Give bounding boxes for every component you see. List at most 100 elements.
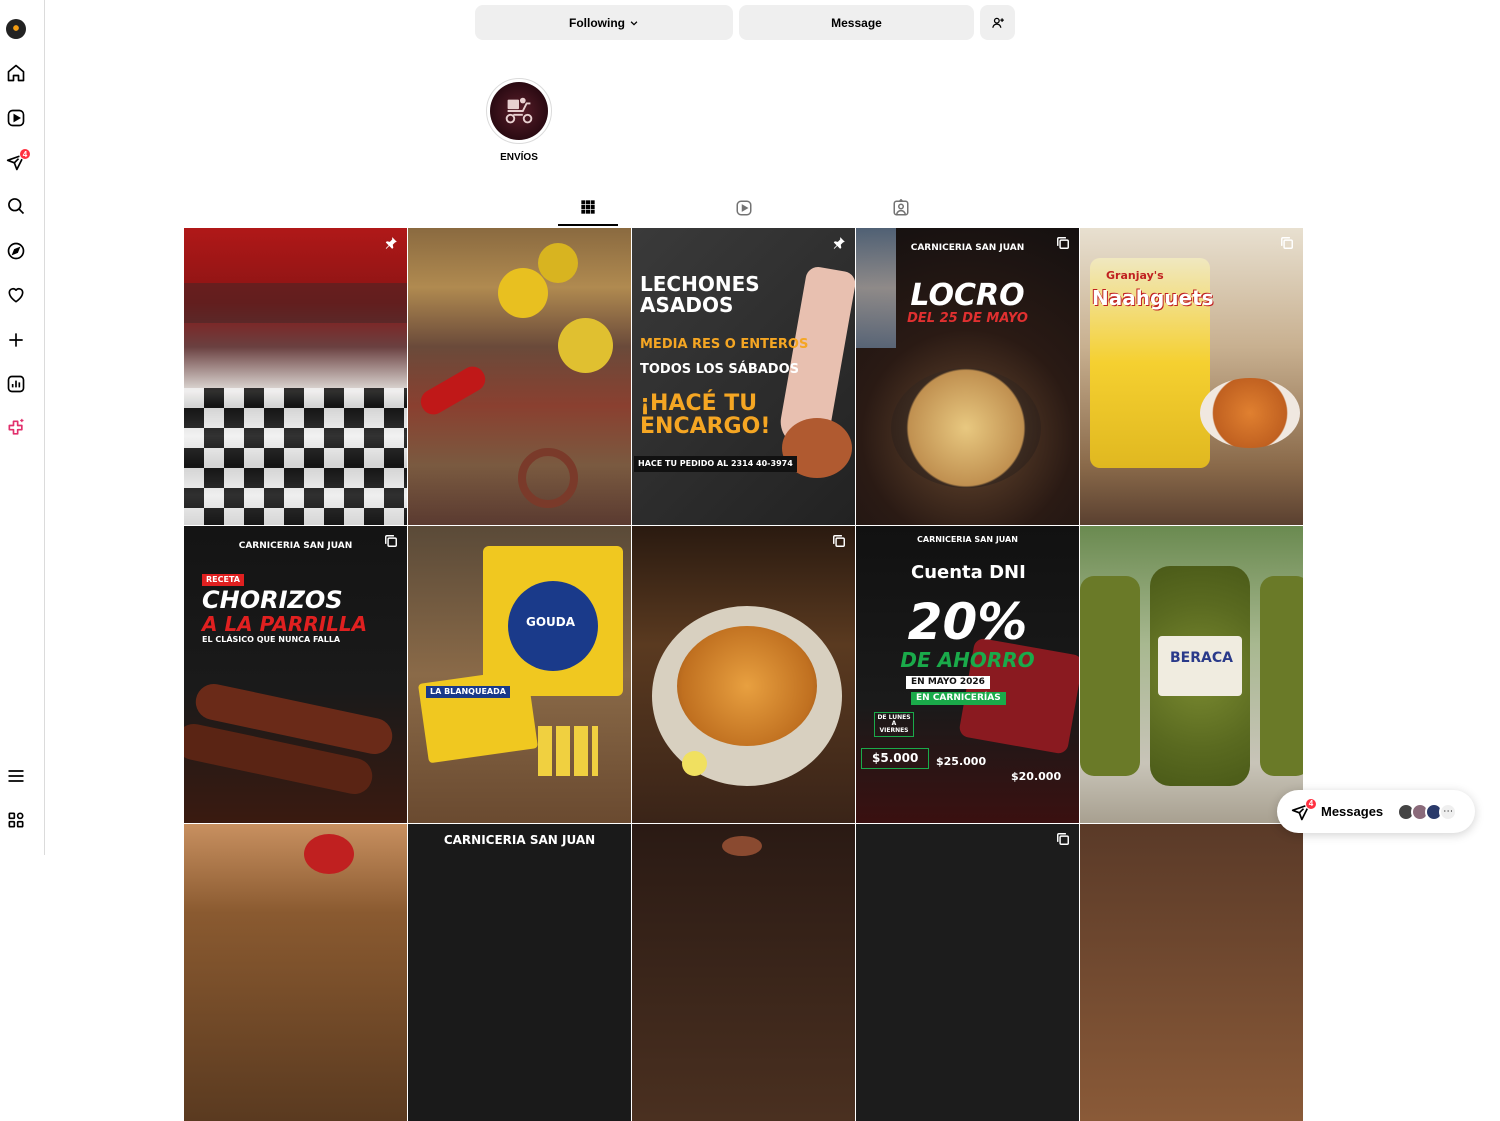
reels-icon	[736, 200, 752, 216]
notifications-button[interactable]	[0, 279, 32, 311]
grid-icon	[581, 200, 595, 214]
post-detail-days: DE LUNES A VIERNES	[874, 712, 914, 737]
post-subtitle: DE AHORRO	[900, 648, 1035, 672]
post-tile[interactable]	[856, 824, 1079, 1121]
post-subtitle-2: EN MAYO 2026	[906, 676, 990, 690]
olive-jar	[1080, 576, 1140, 776]
chevron-down-icon	[630, 20, 638, 26]
lemon-slice	[682, 751, 707, 776]
post-big-number: 20%	[907, 593, 1028, 651]
message-button[interactable]: Message	[739, 5, 974, 40]
tab-reels[interactable]	[714, 190, 774, 226]
post-brand: CARNICERIA SAN JUAN	[238, 541, 353, 551]
delivery-scooter-icon	[505, 97, 533, 124]
following-label: Following	[569, 15, 625, 30]
home-button[interactable]	[0, 57, 32, 89]
post-tile[interactable]: CARNICERIA SAN JUAN RECETA CHORIZOS A LA…	[184, 526, 407, 823]
pin-icon	[833, 237, 845, 249]
post-detail-amount-2: $25.000	[936, 755, 987, 768]
roast-chicken	[677, 626, 817, 746]
post-tile[interactable]	[632, 526, 855, 823]
notifications-heart-icon	[8, 287, 24, 303]
post-tile[interactable]: CARNICERIA SAN JUAN Cuenta DNI 20% DE AH…	[856, 526, 1079, 823]
post-subtitle: A LA PARRILLA	[202, 612, 368, 636]
post-subtitle-3: EN CARNICERÍAS	[911, 692, 1006, 706]
meta-ai-button[interactable]	[0, 412, 32, 444]
post-cta: ¡HACÉ TU ENCARGO!	[640, 391, 771, 440]
meat-display-case	[184, 283, 407, 323]
highlight-label: ENVÍOS	[500, 152, 538, 163]
also-from-meta-button[interactable]	[0, 804, 32, 836]
post-tile[interactable]	[1080, 824, 1303, 1121]
explore-icon	[7, 242, 25, 260]
cheese-wheel	[558, 318, 613, 373]
carousel-icon	[1057, 237, 1069, 249]
locro-bowl	[891, 368, 1041, 488]
carousel-icon	[385, 535, 397, 547]
post-tile[interactable]: Naahguets Granjay's	[1080, 228, 1303, 525]
olive-jar	[1260, 576, 1303, 776]
sausage-coil	[518, 448, 578, 508]
post-title: LECHONES ASADOS	[640, 272, 760, 317]
following-button[interactable]: Following	[475, 5, 733, 40]
search-button[interactable]	[0, 190, 32, 222]
reels-button[interactable]	[0, 102, 32, 134]
tab-posts[interactable]	[558, 190, 618, 226]
carousel-icon	[1057, 833, 1069, 845]
menu-button[interactable]	[0, 760, 32, 792]
cheese-wheel	[498, 268, 548, 318]
post-brand: CARNICERIA SAN JUAN	[910, 243, 1025, 253]
post-tag: RECETA	[202, 574, 244, 587]
reels-icon	[7, 109, 25, 127]
home-icon	[7, 64, 25, 82]
post-title: Naahguets	[1092, 286, 1214, 310]
post-tile[interactable]: LECHONES ASADOS MEDIA RES O ENTEROS TODO…	[632, 228, 855, 525]
post-subtitle: MEDIA RES O ENTEROS	[640, 337, 809, 352]
pin-icon	[385, 237, 397, 249]
menu-icon	[8, 770, 24, 782]
post-tile[interactable]: BERACA	[1080, 526, 1303, 823]
cheese-wheel	[538, 243, 578, 283]
messages-icon-wrap: 4	[1291, 797, 1317, 822]
post-title: LOCRO	[910, 278, 1025, 313]
post-title: Cuenta DNI	[911, 562, 1026, 583]
post-brand: CARNICERIA SAN JUAN	[917, 535, 1018, 544]
dashboard-icon	[7, 375, 25, 393]
suggested-users-button[interactable]	[980, 5, 1015, 40]
create-button[interactable]	[0, 324, 32, 356]
salami	[416, 362, 490, 419]
dashboard-button[interactable]	[0, 368, 32, 400]
post-tile[interactable]	[408, 228, 631, 525]
cheese-cubes	[538, 726, 598, 776]
explore-button[interactable]	[0, 235, 32, 267]
post-detail-amount-1: $5.000	[861, 748, 930, 769]
message-avatars: ⋯	[1397, 802, 1458, 821]
meta-ai-icon	[8, 418, 24, 435]
post-brand: CARNICERIA SAN JUAN	[443, 833, 596, 847]
post-tile[interactable]	[184, 228, 407, 525]
tab-tagged[interactable]	[871, 190, 931, 226]
post-tile[interactable]	[632, 824, 855, 1121]
post-tile[interactable]: GOUDA LA BLANQUEADA	[408, 526, 631, 823]
story-highlight[interactable]: ENVÍOS	[485, 78, 553, 163]
more-avatars-icon: ⋯	[1439, 802, 1458, 821]
post-tile[interactable]: CARNICERIA SAN JUAN LOCRO DEL 25 DE MAYO	[856, 228, 1079, 525]
tagged-icon	[893, 199, 909, 216]
post-subtitle-2: EL CLÁSICO QUE NUNCA FALLA	[202, 635, 341, 644]
post-tile[interactable]	[184, 824, 407, 1121]
post-phone: HACE TU PEDIDO AL 2314 40-3974	[634, 456, 797, 473]
messages-floating-bar[interactable]: 4 Messages ⋯	[1277, 790, 1475, 833]
post-tile[interactable]: CARNICERIA SAN JUAN	[408, 824, 631, 1121]
messages-label: Messages	[1321, 804, 1384, 819]
post-subtitle-2: TODOS LOS SÁBADOS	[640, 362, 800, 377]
carousel-icon	[833, 535, 845, 547]
messages-nav-button[interactable]: 4	[0, 146, 32, 178]
post-subtitle: DEL 25 DE MAYO	[907, 311, 1028, 326]
post-brand: LA BLANQUEADA	[426, 686, 510, 699]
also-from-meta-icon	[8, 812, 24, 828]
profile-logo-button[interactable]	[0, 13, 32, 45]
sidebar-nav: 4	[0, 0, 45, 855]
add-user-icon	[991, 17, 1004, 28]
message-label: Message	[831, 15, 882, 30]
search-icon	[8, 198, 25, 215]
